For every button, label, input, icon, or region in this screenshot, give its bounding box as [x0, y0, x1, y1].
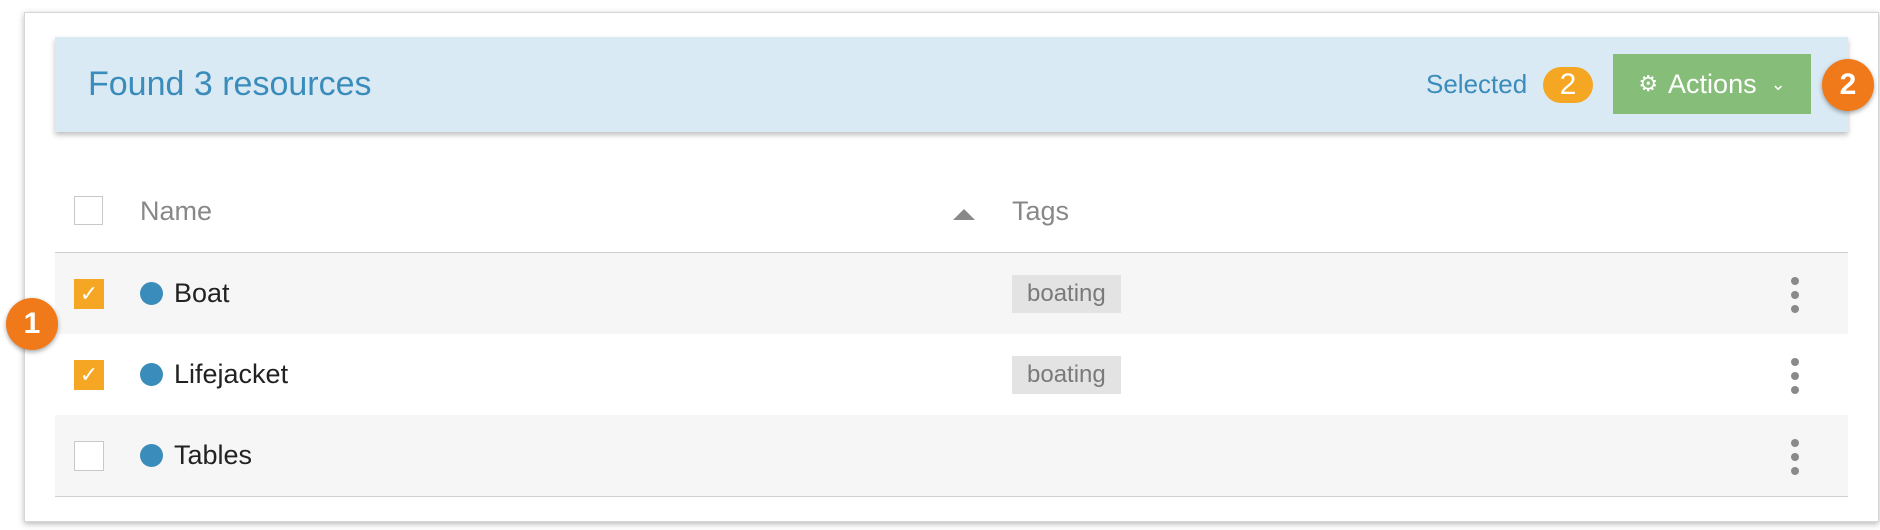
checkmark-icon: ✓ [79, 362, 99, 387]
more-vertical-icon[interactable] [1785, 277, 1805, 313]
table-row[interactable]: ✓ Lifejacket boating [55, 334, 1848, 415]
results-header: Found 3 resources Selected 2 ⚙ Actions ⌄ [55, 37, 1848, 132]
callout-marker-1: 1 [6, 298, 58, 350]
checkmark-icon: ✓ [79, 281, 99, 306]
more-vertical-icon[interactable] [1785, 439, 1805, 475]
tag-badge[interactable]: boating [1012, 275, 1121, 313]
resource-name[interactable]: Lifejacket [174, 334, 288, 415]
status-dot-icon [140, 363, 163, 386]
resource-name[interactable]: Boat [174, 253, 230, 334]
table-header-row: Name Tags [55, 175, 1848, 253]
select-all-checkbox[interactable] [74, 196, 103, 225]
status-dot-icon [140, 282, 163, 305]
row-checkbox[interactable]: ✓ [74, 279, 104, 309]
more-vertical-icon[interactable] [1785, 358, 1805, 394]
table-row[interactable]: ✓ Boat boating [55, 253, 1848, 334]
tag-badge[interactable]: boating [1012, 356, 1121, 394]
selected-count-badge: 2 [1543, 67, 1593, 103]
gear-icon: ⚙ [1638, 71, 1659, 96]
chevron-down-icon: ⌄ [1770, 73, 1786, 94]
column-header-tags: Tags [1012, 196, 1070, 226]
column-header-name[interactable]: Name [140, 175, 212, 248]
row-checkbox[interactable]: ✓ [74, 360, 104, 390]
results-count-title: Found 3 resources [88, 65, 372, 103]
selected-label: Selected [1426, 69, 1528, 99]
row-checkbox[interactable] [74, 441, 104, 471]
resource-name[interactable]: Tables [174, 415, 252, 496]
resources-table: Name Tags ✓ Boat boating ✓ Lifejacket bo… [55, 175, 1848, 497]
actions-button[interactable]: ⚙ Actions ⌄ [1613, 54, 1811, 114]
status-dot-icon [140, 444, 163, 467]
actions-label: Actions [1668, 68, 1757, 99]
table-row[interactable]: Tables [55, 415, 1848, 497]
sort-up-icon[interactable] [953, 209, 975, 220]
callout-marker-2: 2 [1822, 59, 1874, 111]
